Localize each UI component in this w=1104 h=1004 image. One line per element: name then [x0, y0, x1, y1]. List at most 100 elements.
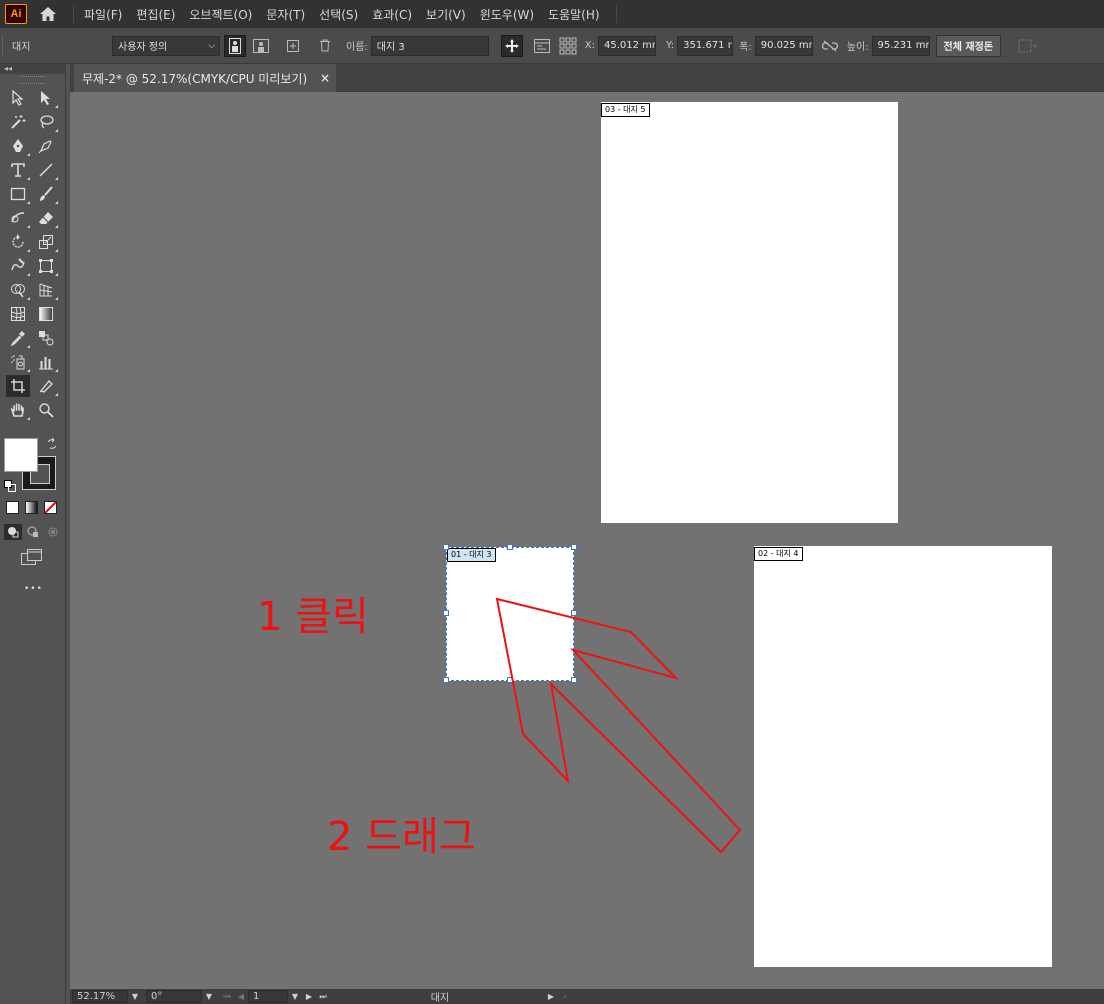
lasso-tool-icon[interactable]	[34, 111, 58, 133]
type-tool-icon[interactable]	[6, 159, 30, 181]
default-fill-stroke-icon[interactable]	[4, 480, 16, 495]
chevron-down-icon[interactable]: ▼	[128, 990, 142, 1003]
portrait-orientation-button[interactable]	[224, 34, 246, 57]
gradient-tool-icon[interactable]	[34, 303, 58, 325]
status-tool-name: 대지	[430, 993, 450, 1004]
magic-wand-tool-icon[interactable]	[6, 111, 30, 133]
status-bar: 52.17% ▼ 0° ▼ ⏮ ◀ 1 ▼ ▶ ⏭ 대지 ▶ ‹	[70, 989, 1104, 1004]
selection-tool-icon[interactable]	[6, 87, 30, 109]
draw-normal-icon[interactable]	[4, 524, 22, 540]
tools-panel: ◂◂ •••	[0, 64, 66, 1004]
x-field[interactable]: 45.012 mm	[598, 35, 657, 56]
menu-bar: Ai 파일(F) 편집(E) 오브젝트(O) 문자(T) 선택(S) 효과(C)…	[0, 0, 1104, 28]
home-icon[interactable]	[37, 3, 59, 25]
slice-tool-icon[interactable]	[34, 375, 58, 397]
canvas[interactable]: 03 - 대지 5 02 - 대지 4 01 - 대지 3 1 클릭 2 드래그	[70, 92, 1104, 989]
swap-fill-stroke-icon[interactable]	[46, 437, 58, 453]
link-icon[interactable]	[819, 35, 841, 57]
menu-type[interactable]: 문자(T)	[266, 6, 305, 23]
chevron-down-icon[interactable]: ▼	[202, 990, 216, 1003]
name-tag: 이름:	[346, 42, 368, 53]
menu-object[interactable]: 오브젝트(O)	[189, 6, 252, 23]
draw-inside-icon[interactable]	[44, 524, 62, 540]
pen-tool-icon[interactable]	[6, 135, 30, 157]
menu-view[interactable]: 보기(V)	[426, 6, 466, 23]
first-artboard-icon[interactable]: ⏮	[220, 990, 234, 1003]
paintbrush-tool-icon[interactable]	[34, 183, 58, 205]
menu-help[interactable]: 도움말(H)	[548, 6, 600, 23]
screen-mode-icon[interactable]	[20, 548, 44, 569]
color-mode-icon[interactable]	[6, 501, 19, 514]
reference-point-icon[interactable]	[557, 35, 579, 57]
zoom-field[interactable]: 52.17%	[72, 990, 128, 1003]
previous-artboard-icon[interactable]: ◀	[234, 990, 248, 1003]
status-menu-icon[interactable]: ▶	[544, 990, 558, 1003]
none-mode-icon[interactable]	[44, 501, 57, 514]
width-field[interactable]: 90.025 mm	[754, 35, 813, 56]
column-graph-tool-icon[interactable]	[34, 351, 58, 373]
preset-select[interactable]: 사용자 정의 ⌵	[112, 35, 220, 56]
zoom-tool-icon[interactable]	[34, 399, 58, 421]
document-tab-bar: 무제-2* @ 52.17%(CMYK/CPU 미리보기) ×	[70, 64, 1104, 92]
chevron-down-icon[interactable]: ▼	[288, 990, 302, 1003]
next-artboard-icon[interactable]: ▶	[302, 990, 316, 1003]
width-tag: 폭:	[739, 42, 752, 53]
fill-swatch[interactable]	[4, 438, 38, 472]
chevron-down-icon: ⌵	[208, 40, 215, 51]
artboard-name-input[interactable]: 대지 3	[370, 35, 489, 56]
curvature-tool-icon[interactable]	[34, 135, 58, 157]
scroll-left-icon[interactable]: ‹	[558, 990, 572, 1003]
shaper-tool-icon[interactable]	[6, 207, 30, 229]
artboard-options-icon[interactable]	[531, 35, 553, 57]
preset-value: 사용자 정의	[118, 42, 168, 53]
artboard-tool-icon[interactable]	[6, 375, 30, 397]
fill-stroke-area	[4, 437, 62, 495]
warp-tool-icon[interactable]	[6, 255, 30, 277]
shape-builder-tool-icon[interactable]	[6, 279, 30, 301]
new-artboard-button[interactable]	[282, 35, 304, 57]
perspective-grid-tool-icon[interactable]	[34, 279, 58, 301]
y-tag: Y:	[666, 40, 675, 51]
eyedropper-tool-icon[interactable]	[6, 327, 30, 349]
trash-icon[interactable]	[314, 35, 336, 57]
rotate-tool-icon[interactable]	[6, 231, 30, 253]
mesh-tool-icon[interactable]	[6, 303, 30, 325]
close-icon[interactable]: ×	[320, 71, 330, 85]
menu-file[interactable]: 파일(F)	[84, 6, 122, 23]
blend-tool-icon[interactable]	[34, 327, 58, 349]
rearrange-all-button[interactable]: 전체 재정돈	[935, 34, 1002, 57]
drag-arrow-annotation	[495, 597, 742, 854]
x-tag: X:	[584, 40, 596, 51]
symbol-sprayer-tool-icon[interactable]	[6, 351, 30, 373]
last-artboard-icon[interactable]: ⏭	[316, 990, 330, 1003]
line-segment-tool-icon[interactable]	[34, 159, 58, 181]
menu-effect[interactable]: 효과(C)	[372, 6, 412, 23]
rotation-field[interactable]: 0°	[146, 990, 202, 1003]
illustrator-window: Ai 파일(F) 편집(E) 오브젝트(O) 문자(T) 선택(S) 효과(C)…	[0, 0, 1104, 1004]
menu-select[interactable]: 선택(S)	[319, 6, 358, 23]
rectangle-tool-icon[interactable]	[6, 183, 30, 205]
control-bar-grip[interactable]	[2, 35, 6, 56]
eraser-tool-icon[interactable]	[34, 207, 58, 229]
direct-selection-tool-icon[interactable]	[34, 87, 58, 109]
draw-behind-icon[interactable]	[24, 524, 42, 540]
document-tab[interactable]: 무제-2* @ 52.17%(CMYK/CPU 미리보기) ×	[74, 64, 336, 92]
document-tab-title: 무제-2* @ 52.17%(CMYK/CPU 미리보기)	[82, 71, 308, 86]
menu-window[interactable]: 윈도우(W)	[480, 6, 534, 23]
control-bar: 대지 사용자 정의 ⌵ 이름: 대지 3 X: 45.012 mm Y: 351…	[0, 28, 1104, 64]
gradient-mode-icon[interactable]	[25, 501, 38, 514]
height-field[interactable]: 95.231 mm	[871, 35, 930, 56]
y-field[interactable]: 351.671 m	[677, 35, 734, 56]
free-transform-tool-icon[interactable]	[34, 255, 58, 277]
move-artwork-icon[interactable]	[500, 34, 523, 57]
more-tools-icon[interactable]: •••	[24, 584, 43, 594]
hand-tool-icon[interactable]	[6, 399, 30, 421]
collapse-panel-icon[interactable]: ◂◂	[0, 64, 65, 74]
align-options-icon[interactable]	[1017, 35, 1039, 57]
menu-edit[interactable]: 편집(E)	[136, 6, 175, 23]
panel-grip[interactable]	[20, 76, 45, 84]
height-tag: 높이:	[846, 42, 869, 53]
artboard-number-field[interactable]: 1	[248, 990, 288, 1003]
landscape-orientation-button[interactable]	[250, 35, 272, 57]
scale-tool-icon[interactable]	[34, 231, 58, 253]
